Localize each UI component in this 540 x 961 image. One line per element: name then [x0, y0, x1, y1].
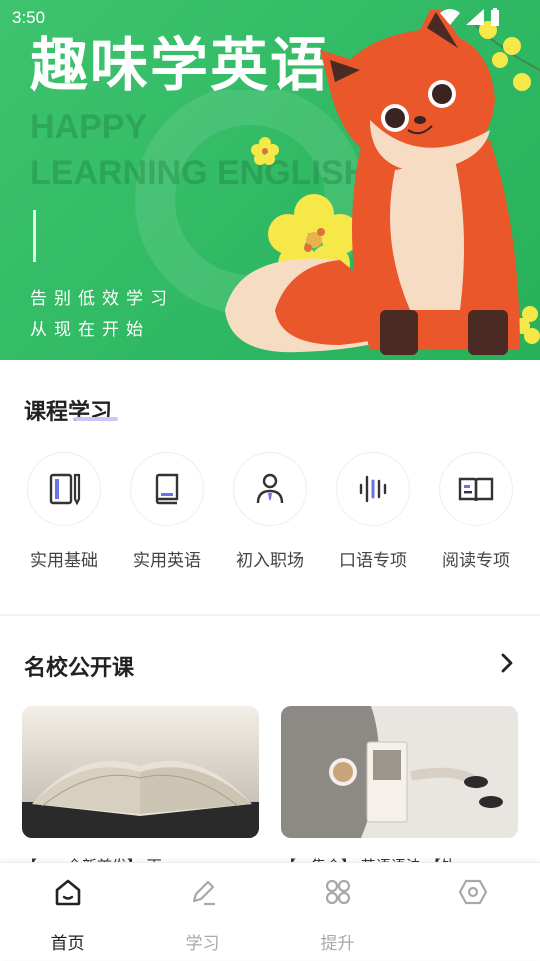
chevron-right-icon[interactable] [498, 652, 516, 674]
category-oral-english[interactable]: 口语专项 [334, 452, 412, 571]
category-new-workplace[interactable]: 初入职场 [231, 452, 309, 571]
grid-icon [325, 879, 350, 905]
tab-improve[interactable]: 提升 [270, 863, 405, 961]
public-courses-title: 名校公开课 [24, 656, 135, 681]
tab-study[interactable]: 学习 [135, 863, 270, 961]
person-tie-icon [256, 473, 284, 504]
section-divider [0, 614, 540, 616]
course-card-reading[interactable] [281, 706, 518, 838]
banner-subtitle-2: 从现在开始 [30, 320, 150, 340]
edit-icon [192, 880, 215, 906]
category-label: 口语专项 [339, 551, 407, 571]
tab-settings[interactable] [405, 863, 540, 961]
tab-label: 学习 [185, 934, 220, 954]
status-time: 3:50 [12, 8, 46, 27]
category-label: 初入职场 [236, 551, 304, 571]
category-practical-english[interactable]: 实用英语 [128, 452, 206, 571]
category-icon-wrap [130, 452, 204, 526]
fox-illustration [225, 10, 520, 355]
category-practical-basics[interactable]: 实用基础 [25, 452, 103, 571]
bottom-tab-bar: 首页 学习 提升 [0, 862, 540, 960]
hero-banner[interactable]: 趣味学英语 HAPPY LEARNING ENGLISH 告别低效学习 从现在开… [0, 0, 540, 360]
tab-label: 首页 [50, 934, 85, 954]
open-book-photo [22, 706, 259, 838]
title-underline [74, 417, 118, 421]
notebook-pen-icon [49, 473, 81, 506]
courses-title: 课程学习 [24, 400, 113, 425]
battery-icon [491, 8, 499, 26]
hexagon-icon [458, 879, 487, 905]
home-icon [55, 879, 80, 906]
book-icon [155, 473, 179, 505]
category-label: 实用基础 [30, 551, 98, 571]
open-book-icon [458, 477, 494, 502]
status-icons [440, 8, 500, 26]
reading-photo [281, 706, 518, 838]
status-bar: 3:50 [0, 0, 540, 36]
category-reading[interactable]: 阅读专项 [437, 452, 515, 571]
category-icon-wrap [439, 452, 513, 526]
banner-divider [33, 210, 36, 262]
category-icon-wrap [27, 452, 101, 526]
banner-subtitle-1: 告别低效学习 [30, 289, 174, 309]
category-label: 实用英语 [133, 551, 201, 571]
wifi-icon [440, 9, 460, 25]
sound-wave-icon [359, 475, 387, 503]
category-icon-wrap [336, 452, 410, 526]
category-label: 阅读专项 [442, 551, 510, 571]
category-icon-wrap [233, 452, 307, 526]
tab-label: 提升 [320, 934, 355, 954]
signal-icon [466, 9, 484, 25]
tab-home[interactable]: 首页 [0, 863, 135, 961]
course-card-book[interactable] [22, 706, 259, 838]
